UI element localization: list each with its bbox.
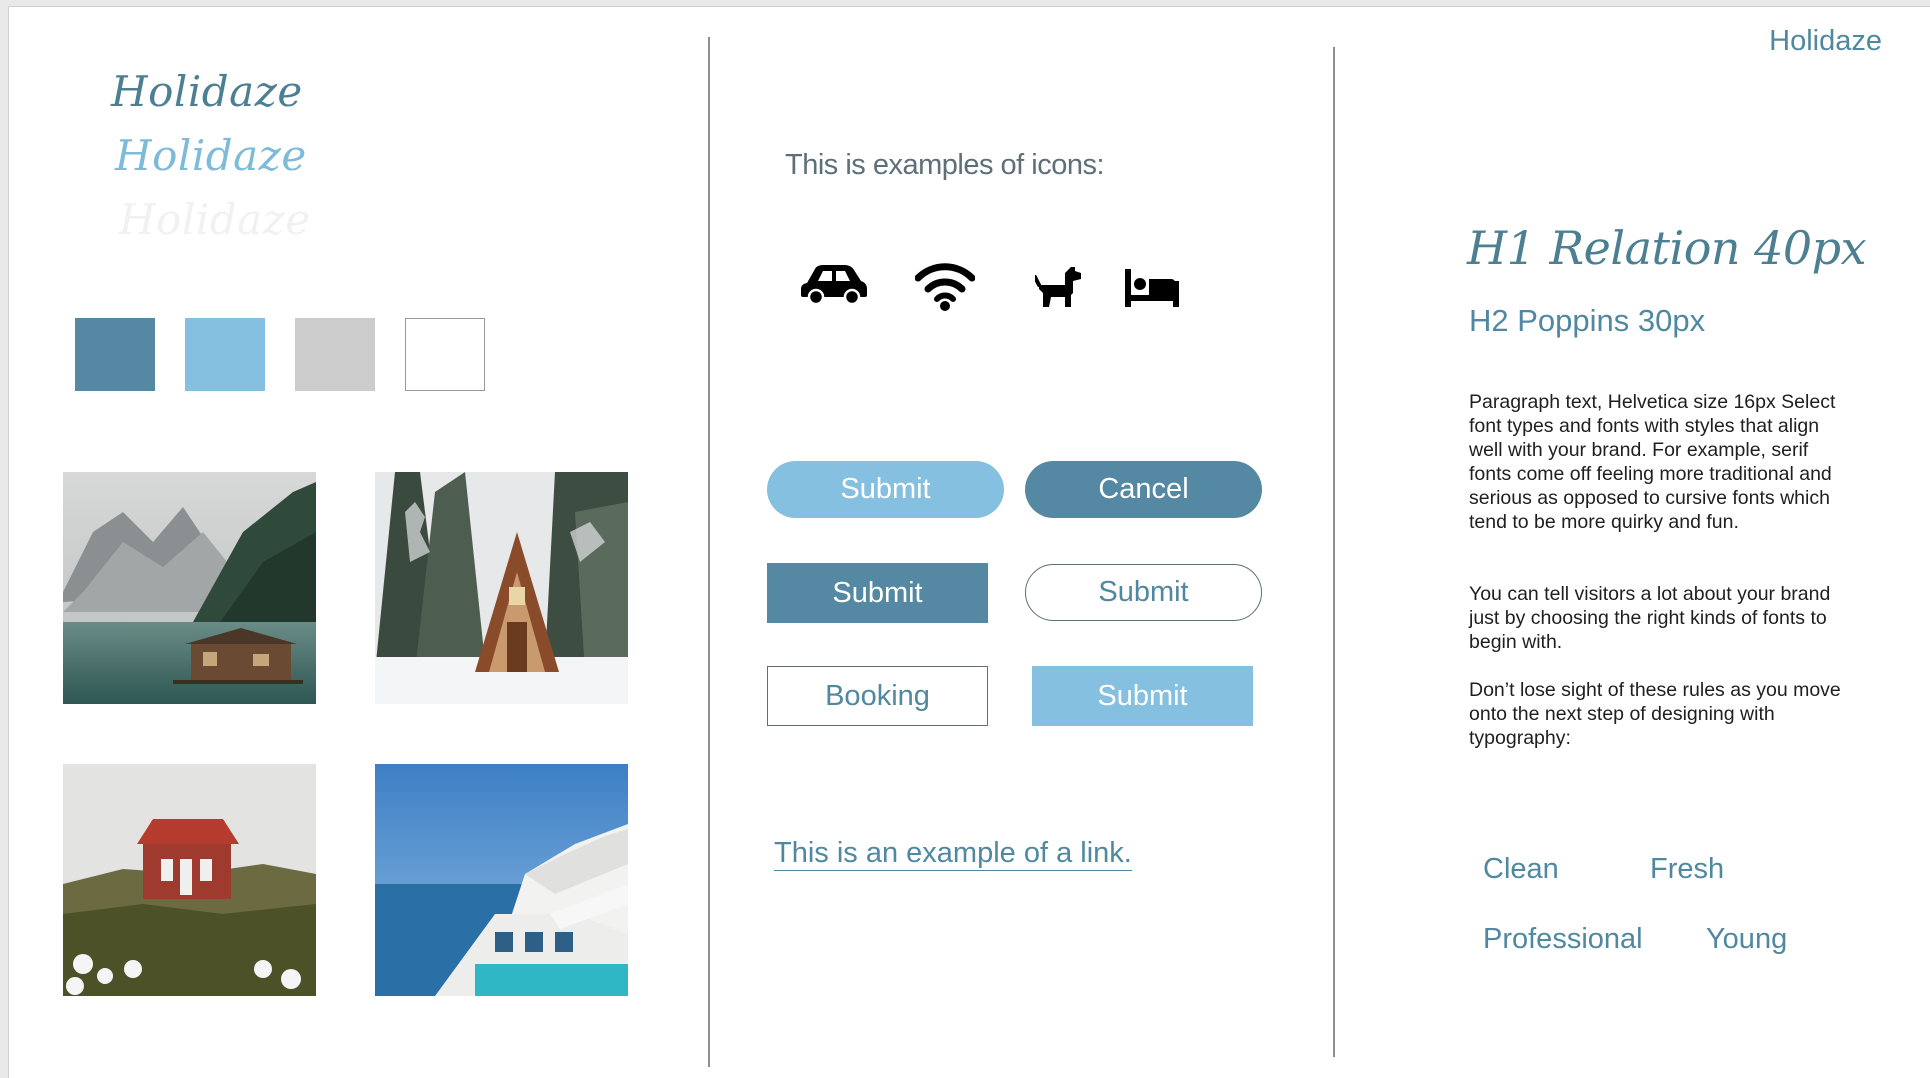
keyword-young: Young [1706, 923, 1788, 955]
color-swatch-white [405, 318, 485, 391]
column-divider-right [1333, 47, 1335, 1057]
bed-icon [1125, 269, 1179, 307]
example-link[interactable]: This is an example of a link. [774, 837, 1132, 872]
paragraph-sample-2: You can tell visitors a lot about your b… [1469, 583, 1831, 653]
keyword-clean: Clean [1483, 853, 1559, 885]
column-divider-left [708, 37, 710, 1067]
santorini-pool-photo [375, 764, 628, 996]
color-swatch-dark-blue [75, 318, 155, 391]
paragraph-sample-1: Paragraph text, Helvetica size 16px Sele… [1469, 391, 1836, 533]
submit-pill-outline-button[interactable]: Submit [1025, 564, 1262, 621]
logo-variant-light: Holidaze [115, 131, 307, 180]
submit-square-light-button[interactable]: Submit [1032, 666, 1253, 726]
car-icon [799, 261, 869, 305]
brand-name-link[interactable]: Holidaze [1769, 25, 1882, 58]
submit-pill-light-button[interactable]: Submit [767, 461, 1004, 518]
snowy-a-frame-cabin-photo [375, 472, 628, 704]
h1-typography-sample: H1 Relation 40px [1467, 221, 1867, 275]
h2-typography-sample: H2 Poppins 30px [1469, 303, 1706, 338]
color-swatch-light-blue [185, 318, 265, 391]
color-swatch-grey [295, 318, 375, 391]
paragraph-sample-3: Don’t lose sight of these rules as you m… [1469, 679, 1841, 749]
style-guide-canvas: Holidaze Holidaze Holidaze This is examp… [8, 6, 1930, 1078]
submit-square-dark-button[interactable]: Submit [767, 563, 988, 623]
keyword-professional: Professional [1483, 923, 1643, 955]
icons-section-title: This is examples of icons: [785, 149, 1105, 181]
wifi-icon [915, 260, 975, 312]
booking-square-outline-button[interactable]: Booking [767, 666, 988, 726]
dog-icon [1035, 265, 1085, 309]
keyword-fresh: Fresh [1650, 853, 1725, 885]
logo-variant-white: Holidaze [119, 195, 311, 244]
mountain-lake-cabin-photo [63, 472, 316, 704]
cancel-pill-dark-button[interactable]: Cancel [1025, 461, 1262, 518]
logo-variant-dark: Holidaze [111, 67, 303, 116]
red-house-on-hill-photo [63, 764, 316, 996]
